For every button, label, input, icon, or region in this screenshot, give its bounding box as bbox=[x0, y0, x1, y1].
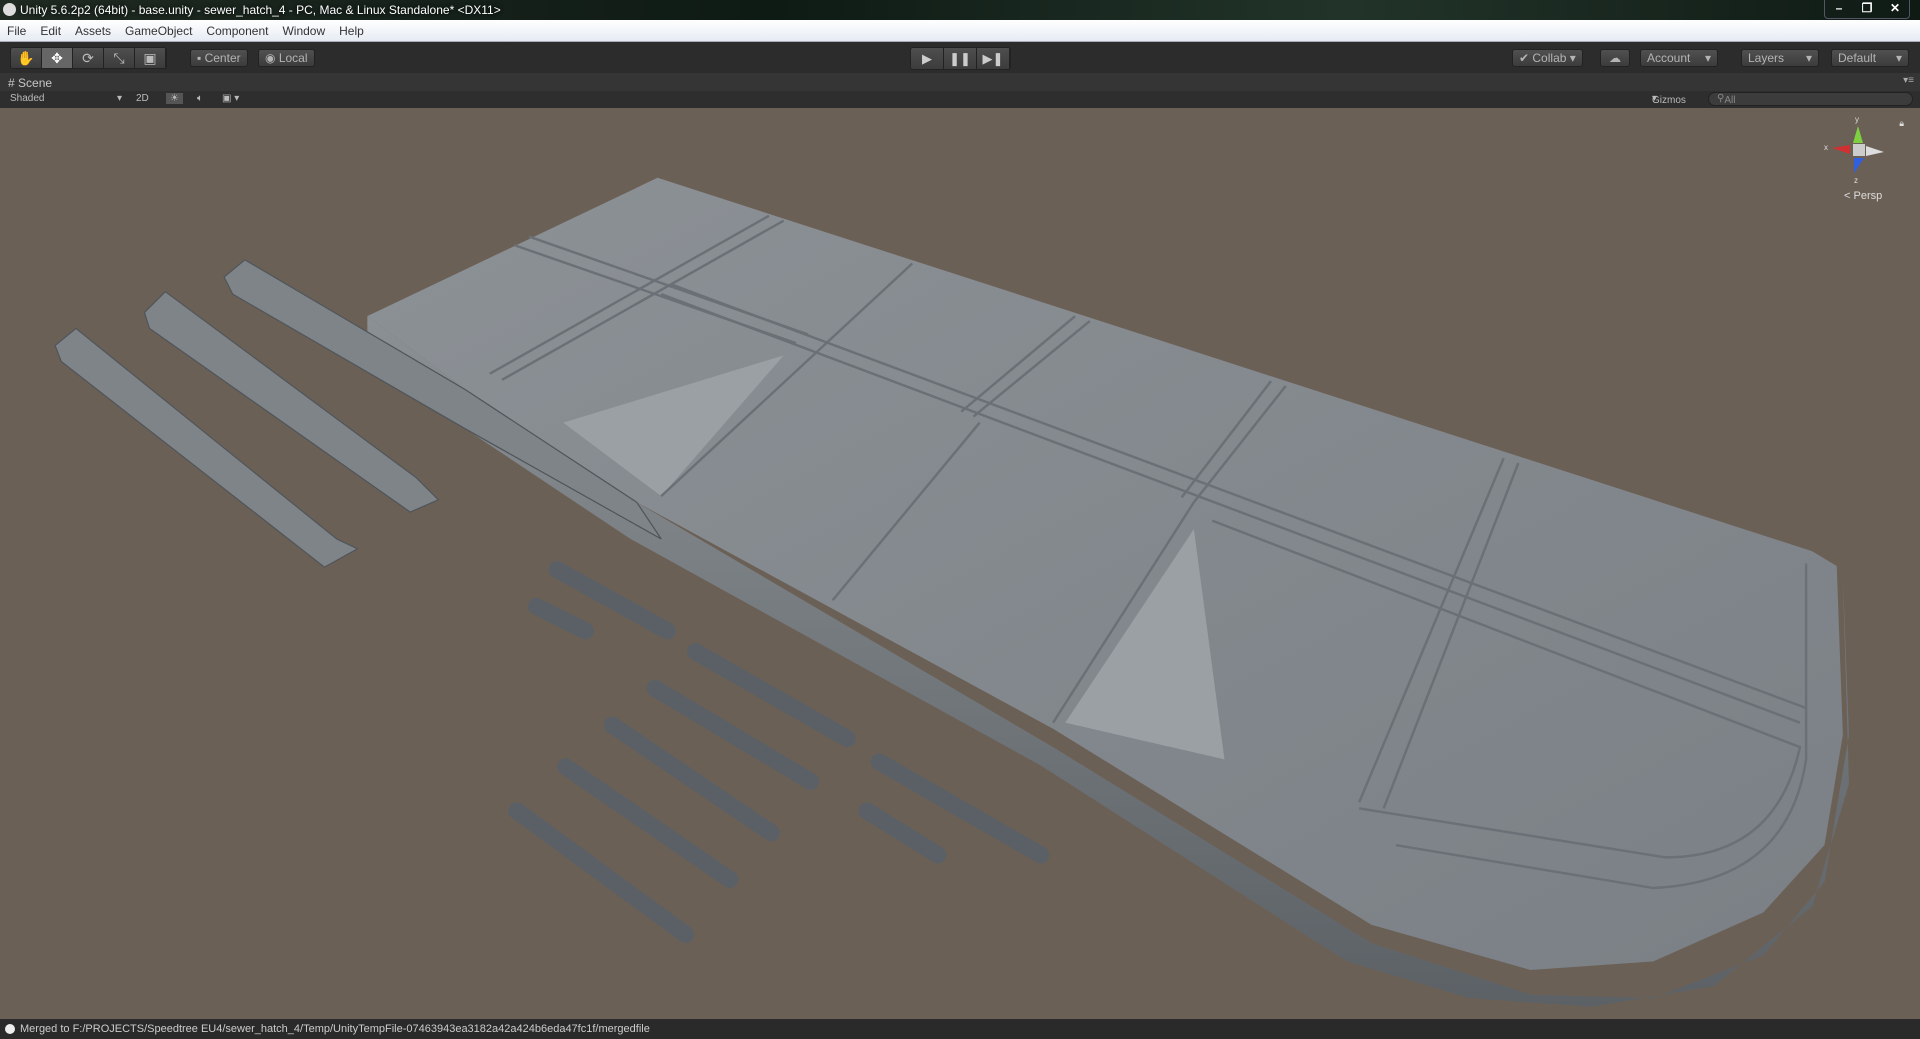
pivot-label: Center bbox=[204, 51, 241, 65]
axis-gizmo-icon bbox=[1832, 126, 1884, 173]
step-button[interactable]: ▶❚ bbox=[977, 48, 1010, 69]
projection-label: Persp bbox=[1853, 190, 1883, 202]
hierarchy-search-input[interactable]: ⚲ All bbox=[1708, 92, 1913, 106]
x-axis-label: x bbox=[1824, 143, 1828, 152]
menu-file[interactable]: File bbox=[7, 24, 26, 38]
space-label: Local bbox=[278, 51, 308, 65]
hand-tool-icon[interactable]: ✋ bbox=[11, 48, 42, 68]
gizmos-dropdown[interactable]: Gizmos ▾ bbox=[1652, 93, 1686, 106]
cloud-icon[interactable]: ☁ bbox=[1600, 49, 1630, 67]
layers-dropdown[interactable]: Layers ▾ bbox=[1741, 49, 1819, 67]
scene-geometry bbox=[54, 177, 1849, 1007]
projection-toggle[interactable]: < Persp bbox=[1844, 190, 1882, 202]
menu-window[interactable]: Window bbox=[282, 24, 325, 38]
pivot-local-button[interactable]: ◉ Local bbox=[258, 49, 315, 67]
rotate-tool-icon[interactable]: ⟳ bbox=[73, 48, 104, 68]
minimize-button[interactable]: – bbox=[1825, 0, 1853, 18]
scene-tab-label: Scene bbox=[18, 76, 53, 90]
menu-component[interactable]: Component bbox=[206, 24, 268, 38]
scene-header: # Scene ▾≡ Shaded ▾ 2D ☀ 🔈︎ ▣ ▾ Gizmos ▾… bbox=[0, 73, 1920, 108]
layout-dropdown[interactable]: Default ▾ bbox=[1831, 49, 1909, 67]
menu-gameobject[interactable]: GameObject bbox=[125, 24, 192, 38]
panel-menu-icon[interactable]: ▾≡ bbox=[1903, 75, 1914, 86]
collab-button[interactable]: ✔ Collab ▾ bbox=[1512, 49, 1583, 67]
lighting-toggle-icon[interactable]: ☀ bbox=[166, 93, 183, 104]
scene-tab[interactable]: # Scene bbox=[8, 76, 52, 90]
shading-dropdown-arrow-icon[interactable]: ▾ bbox=[117, 93, 122, 104]
shading-dropdown[interactable]: Shaded bbox=[10, 93, 44, 104]
effects-toggle-icon[interactable]: ▣ ▾ bbox=[222, 93, 239, 104]
pivot-center-button[interactable]: ▪ Center bbox=[190, 49, 248, 67]
2d-toggle[interactable]: 2D bbox=[136, 93, 149, 104]
scene-orientation-gizmo[interactable]: y x z < Persp 🔒︎ bbox=[1818, 115, 1904, 213]
window-title: Unity 5.6.2p2 (64bit) - base.unity - sew… bbox=[20, 3, 501, 17]
collab-label: Collab bbox=[1532, 51, 1567, 65]
playback-controls: ▶ ❚❚ ▶❚ bbox=[910, 47, 1011, 70]
scene-viewport[interactable]: y x z < Persp 🔒︎ bbox=[0, 108, 1920, 1019]
menu-edit[interactable]: Edit bbox=[40, 24, 61, 38]
account-label: Account bbox=[1647, 51, 1691, 65]
audio-toggle-icon[interactable]: 🔈︎ bbox=[197, 93, 203, 104]
pause-button[interactable]: ❚❚ bbox=[944, 48, 977, 69]
close-button[interactable]: ✕ bbox=[1881, 0, 1909, 18]
scale-tool-icon[interactable]: ⤡ bbox=[104, 48, 135, 68]
layers-label: Layers bbox=[1748, 51, 1785, 65]
y-axis-label: y bbox=[1855, 115, 1859, 124]
menu-assets[interactable]: Assets bbox=[75, 24, 111, 38]
z-axis-label: z bbox=[1854, 176, 1858, 185]
gizmos-label: Gizmos bbox=[1652, 95, 1686, 106]
play-button[interactable]: ▶ bbox=[911, 48, 944, 69]
lock-icon[interactable]: 🔒︎ bbox=[1899, 118, 1904, 129]
move-tool-icon[interactable]: ✥ bbox=[42, 48, 73, 68]
title-bar: Unity 5.6.2p2 (64bit) - base.unity - sew… bbox=[0, 0, 1920, 20]
menu-help[interactable]: Help bbox=[339, 24, 364, 38]
maximize-button[interactable]: ❐ bbox=[1853, 0, 1881, 18]
menu-bar: File Edit Assets GameObject Component Wi… bbox=[0, 20, 1920, 42]
unity-logo-icon bbox=[3, 3, 16, 16]
rect-tool-icon[interactable]: ▣ bbox=[135, 48, 166, 68]
layout-label: Default bbox=[1838, 51, 1877, 65]
status-message: Merged to F:/PROJECTS/Speedtree EU4/sewe… bbox=[20, 1023, 650, 1035]
status-bar[interactable]: Merged to F:/PROJECTS/Speedtree EU4/sewe… bbox=[0, 1019, 1920, 1039]
account-dropdown[interactable]: Account ▾ bbox=[1640, 49, 1718, 67]
search-placeholder: All bbox=[1724, 95, 1736, 106]
main-toolbar: ✋ ✥ ⟳ ⤡ ▣ ▪ Center ◉ Local ▶ ❚❚ ▶❚ ✔ Col… bbox=[0, 42, 1920, 73]
transform-tools: ✋ ✥ ⟳ ⤡ ▣ bbox=[10, 47, 167, 69]
info-icon bbox=[5, 1024, 15, 1034]
